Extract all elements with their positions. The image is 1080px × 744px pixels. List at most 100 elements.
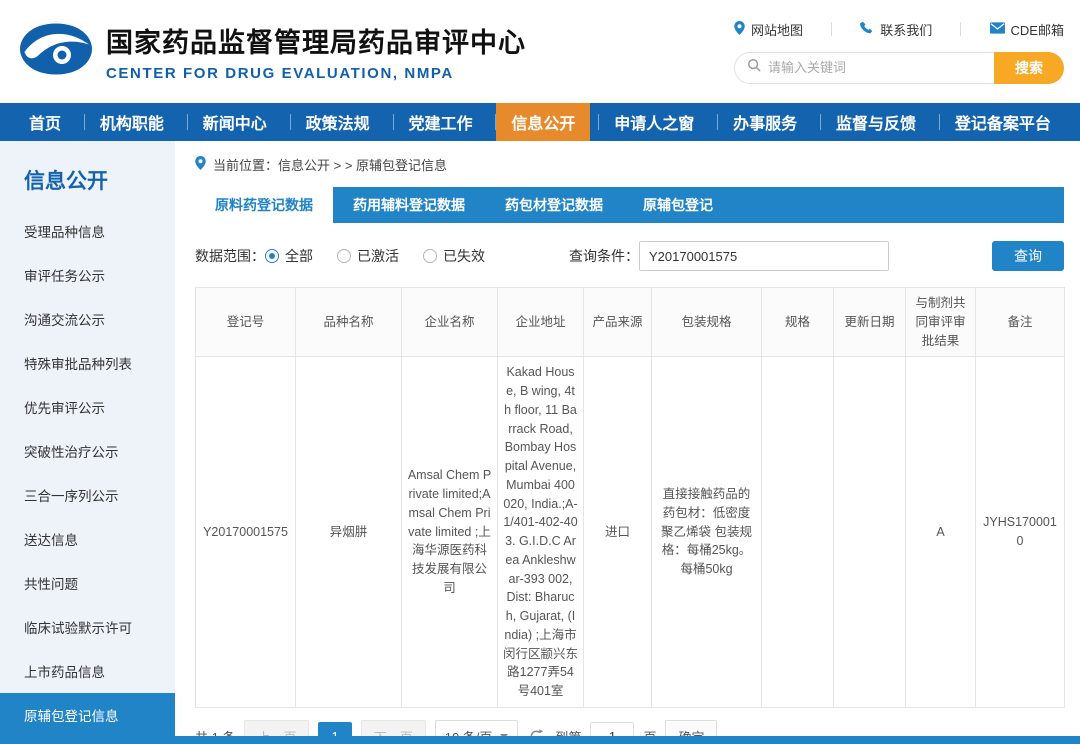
col-header-company-address: 企业地址 [498,288,584,357]
divider [831,22,832,36]
radio-expired-circle [423,249,437,263]
radio-activated[interactable]: 已激活 [337,246,399,266]
site-subtitle: CENTER FOR DRUG EVALUATION, NMPA [106,65,526,82]
sidebar-item-communication[interactable]: 沟通交流公示 [0,297,175,341]
table-header-row: 登记号 品种名称 企业名称 企业地址 产品来源 包装规格 规格 更新日期 与制剂… [196,288,1065,357]
location-pin-icon [195,156,206,173]
tab-raw-excipient-registration[interactable]: 原辅包登记 [623,187,733,223]
nav-item-supervision[interactable]: 监督与反馈 [821,103,931,141]
breadcrumb: 当前位置：信息公开 > > 原辅包登记信息 [195,155,1064,174]
nav-item-registration-platform[interactable]: 登记备案平台 [940,103,1066,141]
col-header-remark: 备注 [976,288,1065,357]
contact-link-label: 联系我们 [880,20,932,39]
radio-all-circle [265,249,279,263]
col-header-packaging-spec: 包装规格 [652,288,762,357]
tab-excipient-registration-data[interactable]: 药用辅料登记数据 [333,187,485,223]
cell-spec [762,357,834,708]
sidebar-item-review-tasks[interactable]: 审评任务公示 [0,253,175,297]
radio-all[interactable]: 全部 [265,246,313,266]
cell-packaging-spec: 直接接触药品的药包材：低密度聚乙烯袋 包装规格：每桶25kg。每桶50kg [652,357,762,708]
radio-expired-label: 已失效 [443,246,485,266]
cde-mail-link-label: CDE邮箱 [1011,20,1064,39]
top-links: 网站地图 联系我们 CDE邮箱 [734,20,1064,39]
nav-item-party[interactable]: 党建工作 [394,103,488,141]
query-condition-input[interactable] [639,241,889,271]
query-button[interactable]: 查询 [992,241,1064,271]
search-input[interactable] [768,60,982,75]
header-right: 网站地图 联系我们 CDE邮箱 [734,20,1064,84]
chevron-down-icon [500,734,508,736]
sidebar: 信息公开 受理品种信息 审评任务公示 沟通交流公示 特殊审批品种列表 优先审评公… [0,141,175,736]
cell-update-date [834,357,906,708]
search-box[interactable] [734,52,994,84]
site-header: 国家药品监督管理局药品审评中心 CENTER FOR DRUG EVALUATI… [0,0,1080,103]
cell-company-address: Kakad House, B wing, 4th floor, 11 Barra… [498,357,584,708]
prev-page-button[interactable]: 上一页 [244,720,309,736]
nav-item-applicant-window[interactable]: 申请人之窗 [599,103,709,141]
col-header-update-date: 更新日期 [834,288,906,357]
page-size-select[interactable]: 10 条/页 [435,720,519,736]
tab-api-registration-data[interactable]: 原料药登记数据 [195,187,333,223]
sitemap-link-label: 网站地图 [751,20,803,39]
contact-link[interactable]: 联系我们 [860,20,932,39]
phone-icon [860,21,874,38]
breadcrumb-text: 当前位置：信息公开 > > 原辅包登记信息 [213,155,447,174]
sidebar-item-common-issues[interactable]: 共性问题 [0,561,175,605]
radio-all-label: 全部 [285,246,313,266]
cell-company-name: Amsal Chem Private limited;Amsal Chem Pr… [402,357,498,708]
col-header-product-name: 品种名称 [296,288,402,357]
pagination: 共 1 条 上一页 1 下一页 10 条/页 到第 页 确定 [195,720,1064,736]
nav-item-news[interactable]: 新闻中心 [188,103,282,141]
sidebar-item-priority-review[interactable]: 优先审评公示 [0,385,175,429]
nav-item-services[interactable]: 办事服务 [718,103,812,141]
nav-item-info-disclosure[interactable]: 信息公开 [496,103,590,141]
sidebar-item-accepted-varieties[interactable]: 受理品种信息 [0,209,175,253]
sidebar-item-excipient-registration[interactable]: 原辅包登记信息 [0,693,175,737]
search-button[interactable]: 搜索 [994,52,1064,84]
confirm-button[interactable]: 确定 [665,720,717,736]
tab-bar: 原料药登记数据 药用辅料登记数据 药包材登记数据 原辅包登记 [195,187,1064,223]
site-title: 国家药品监督管理局药品审评中心 [106,21,526,60]
sidebar-item-three-in-one[interactable]: 三合一序列公示 [0,473,175,517]
page-number-button[interactable]: 1 [318,722,351,736]
sidebar-item-marketed-drugs[interactable]: 上市药品信息 [0,649,175,693]
nav-item-home[interactable]: 首页 [14,103,76,141]
search-icon [747,58,761,77]
cell-product-name: 异烟肼 [296,357,402,708]
cell-registration-number: Y20170001575 [196,357,296,708]
cde-mail-link[interactable]: CDE邮箱 [990,20,1064,39]
col-header-spec: 规格 [762,288,834,357]
sidebar-item-clinical-trial-license[interactable]: 临床试验默示许可 [0,605,175,649]
sidebar-item-special-approval[interactable]: 特殊审批品种列表 [0,341,175,385]
footer-strip [0,736,1080,744]
nav-item-policy[interactable]: 政策法规 [291,103,385,141]
filter-row: 数据范围： 全部 已激活 已失效 查询条件： 查询 [195,241,1064,271]
cell-product-origin: 进口 [584,357,652,708]
radio-expired[interactable]: 已失效 [423,246,485,266]
col-header-joint-review-result: 与制剂共同审评审批结果 [906,288,976,357]
mail-icon [990,22,1005,37]
main-nav: 首页 机构职能 新闻中心 政策法规 党建工作 信息公开 申请人之窗 办事服务 监… [0,103,1080,141]
sidebar-item-delivery-info[interactable]: 送达信息 [0,517,175,561]
next-page-button[interactable]: 下一页 [361,720,426,736]
cell-joint-review-result: A [906,357,976,708]
refresh-icon[interactable] [529,729,544,736]
sidebar-item-breakthrough-therapy[interactable]: 突破性治疗公示 [0,429,175,473]
body-wrap: 信息公开 受理品种信息 审评任务公示 沟通交流公示 特殊审批品种列表 优先审评公… [0,141,1080,736]
nav-item-functions[interactable]: 机构职能 [85,103,179,141]
sidebar-title: 信息公开 [0,165,175,209]
sitemap-link[interactable]: 网站地图 [734,20,803,39]
tab-packaging-registration-data[interactable]: 药包材登记数据 [485,187,623,223]
page-size-value: 10 条/页 [445,727,493,736]
col-header-company-name: 企业名称 [402,288,498,357]
col-header-registration-number: 登记号 [196,288,296,357]
total-count: 共 1 条 [195,727,235,736]
cell-remark: JYHS1700010 [976,357,1065,708]
radio-activated-circle [337,249,351,263]
query-label: 查询条件： [569,246,639,266]
divider [960,22,961,36]
registration-table: 登记号 品种名称 企业名称 企业地址 产品来源 包装规格 规格 更新日期 与制剂… [195,287,1065,708]
col-header-product-origin: 产品来源 [584,288,652,357]
title-block: 国家药品监督管理局药品审评中心 CENTER FOR DRUG EVALUATI… [106,21,526,82]
goto-page-input[interactable] [590,722,634,736]
